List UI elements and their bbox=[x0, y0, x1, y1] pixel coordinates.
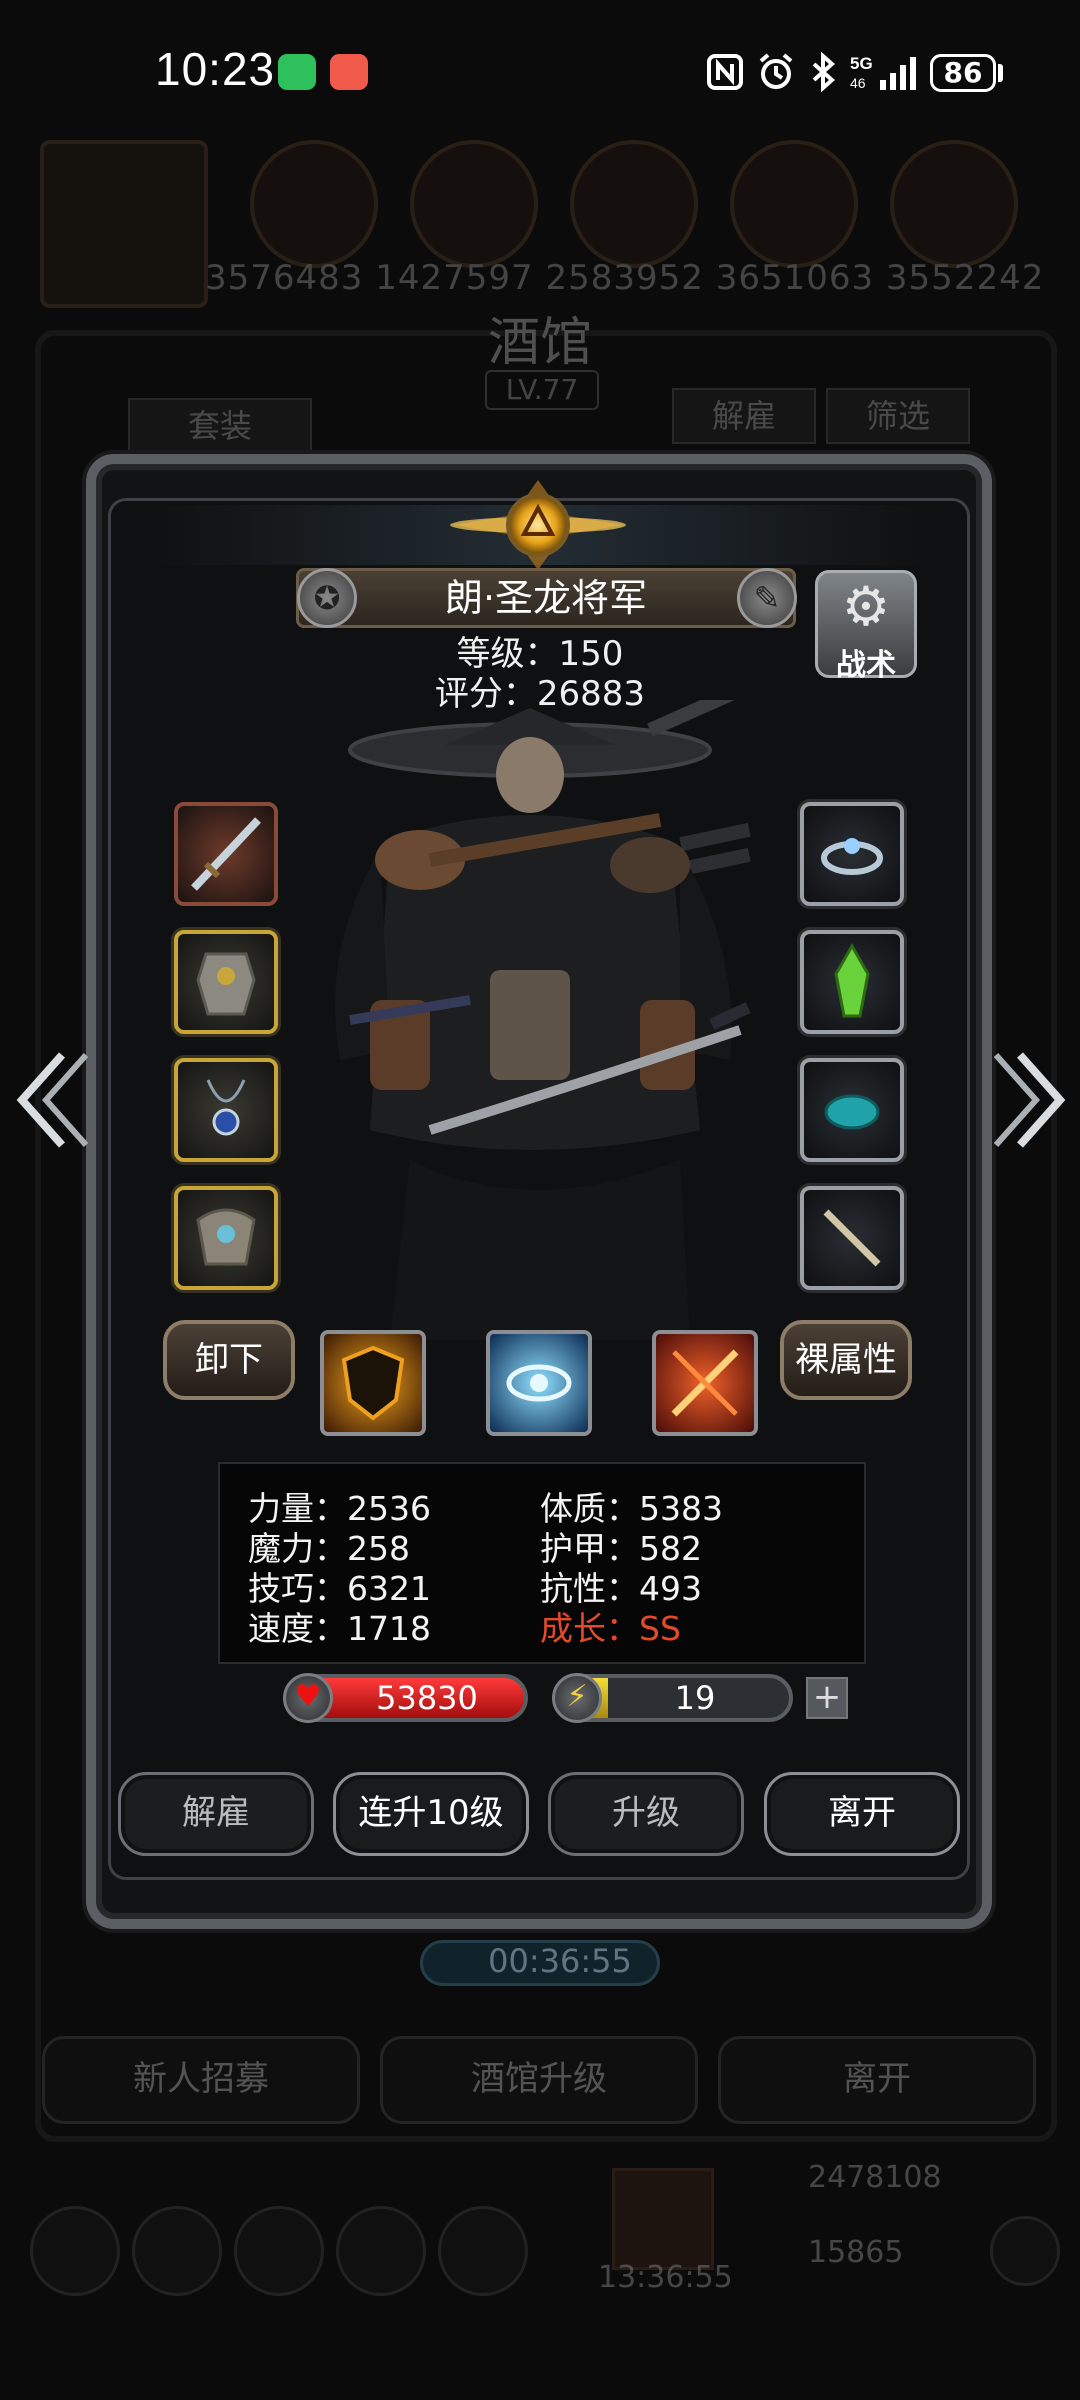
background-clock: 13:36:55 bbox=[598, 2260, 733, 2295]
medal-icon[interactable]: ✪ bbox=[297, 568, 357, 628]
bluetooth-icon bbox=[812, 52, 836, 92]
app-icon bbox=[330, 54, 368, 90]
energy-value: 19 bbox=[674, 1679, 716, 1717]
background-add-icon bbox=[990, 2216, 1060, 2286]
background-avatar bbox=[410, 140, 538, 268]
stat-speed: 速度：1718 bbox=[248, 1609, 431, 1648]
background-portrait-slot bbox=[40, 140, 208, 308]
leave-button[interactable]: 离开 bbox=[764, 1772, 960, 1856]
background-gem: 15865 bbox=[808, 2235, 904, 2270]
equip-slot-necklace[interactable] bbox=[174, 1058, 278, 1162]
background-menu-icon bbox=[336, 2206, 426, 2296]
battery-tip bbox=[998, 64, 1003, 82]
background-avatar bbox=[730, 140, 858, 268]
skill-slash-icon[interactable] bbox=[652, 1330, 758, 1436]
alarm-icon bbox=[759, 53, 793, 89]
wechat-icon bbox=[278, 54, 316, 90]
previous-hero-icon[interactable] bbox=[14, 1045, 92, 1155]
background-menu-icon bbox=[438, 2206, 528, 2296]
heart-icon: ♥ bbox=[283, 1673, 333, 1723]
status-icons: 5G 46 bbox=[706, 50, 924, 94]
background-player-ids: 3576483 1427597 2583952 3651063 3552242 bbox=[205, 258, 1045, 298]
background-dismiss-button: 解雇 bbox=[672, 388, 816, 444]
tactics-label: 战术 bbox=[836, 648, 896, 683]
background-avatar bbox=[890, 140, 1018, 268]
signal-5g-icon: 5G46 bbox=[850, 54, 916, 91]
stat-growth: 成长：SS bbox=[540, 1609, 681, 1648]
emblem-icon bbox=[450, 480, 626, 570]
necklace-icon bbox=[206, 1079, 246, 1136]
background-title: 酒馆 bbox=[487, 313, 592, 373]
background-timer: 00:36:55 bbox=[488, 1942, 632, 1980]
background-menu-icon bbox=[132, 2206, 222, 2296]
green-crystal-icon bbox=[834, 942, 870, 1018]
level-up-button[interactable]: 升级 bbox=[548, 1772, 744, 1856]
background-gold: 2478108 bbox=[808, 2160, 942, 2195]
svg-text:46: 46 bbox=[850, 75, 866, 91]
skill-eye-icon[interactable] bbox=[486, 1330, 592, 1436]
background-set-button: 套装 bbox=[128, 398, 312, 454]
unequip-button[interactable]: 卸下 bbox=[163, 1320, 295, 1400]
equip-slot-ring[interactable] bbox=[800, 802, 904, 906]
hp-value: 53830 bbox=[376, 1679, 478, 1717]
hero-portrait bbox=[335, 700, 751, 1340]
status-bar: 10:23 5G 46 86 bbox=[0, 0, 1080, 140]
next-hero-icon[interactable] bbox=[990, 1045, 1068, 1155]
battery-indicator: 86 bbox=[930, 54, 996, 92]
equip-slot-crystal[interactable] bbox=[800, 930, 904, 1034]
armor-icon bbox=[196, 952, 256, 1016]
background-tavern-upgrade-button: 酒馆升级 bbox=[380, 2036, 698, 2124]
weapon-icon bbox=[191, 817, 261, 891]
equip-slot-accessory[interactable] bbox=[800, 1186, 904, 1290]
nfc-icon bbox=[707, 54, 743, 90]
bare-attributes-button[interactable]: 裸属性 bbox=[780, 1320, 912, 1400]
background-avatar bbox=[570, 140, 698, 268]
ring-icon bbox=[821, 838, 883, 875]
dismiss-hero-button[interactable]: 解雇 bbox=[118, 1772, 314, 1856]
equip-slot-helmet[interactable] bbox=[174, 1186, 278, 1290]
background-level: LV.77 bbox=[485, 370, 599, 410]
background-menu-icon bbox=[234, 2206, 324, 2296]
bone-icon bbox=[823, 1209, 881, 1267]
lightning-icon: ⚡ bbox=[552, 1673, 602, 1723]
background-filter-button: 筛选 bbox=[826, 388, 970, 444]
background-avatar bbox=[250, 140, 378, 268]
helmet-icon bbox=[196, 1208, 256, 1266]
background-recruit-button: 新人招募 bbox=[42, 2036, 360, 2124]
background-chest-icon bbox=[612, 2168, 714, 2270]
blue-gem-icon bbox=[824, 1094, 880, 1130]
gear-icon: ⚙ bbox=[841, 575, 891, 638]
hero-name: 朗·圣龙将军 bbox=[444, 576, 648, 620]
rename-edit-icon[interactable]: ✎ bbox=[737, 568, 797, 628]
svg-text:5G: 5G bbox=[850, 54, 873, 73]
equip-slot-weapon[interactable] bbox=[174, 802, 278, 906]
skill-shield-icon[interactable] bbox=[320, 1330, 426, 1436]
background-menu-icon bbox=[30, 2206, 120, 2296]
status-time: 10:23 bbox=[155, 43, 276, 95]
background-leave-button: 离开 bbox=[718, 2036, 1036, 2124]
equip-slot-armor[interactable] bbox=[174, 930, 278, 1034]
equip-slot-gem[interactable] bbox=[800, 1058, 904, 1162]
add-energy-button[interactable]: + bbox=[806, 1677, 848, 1719]
level-up-10-button[interactable]: 连升10级 bbox=[333, 1772, 529, 1856]
